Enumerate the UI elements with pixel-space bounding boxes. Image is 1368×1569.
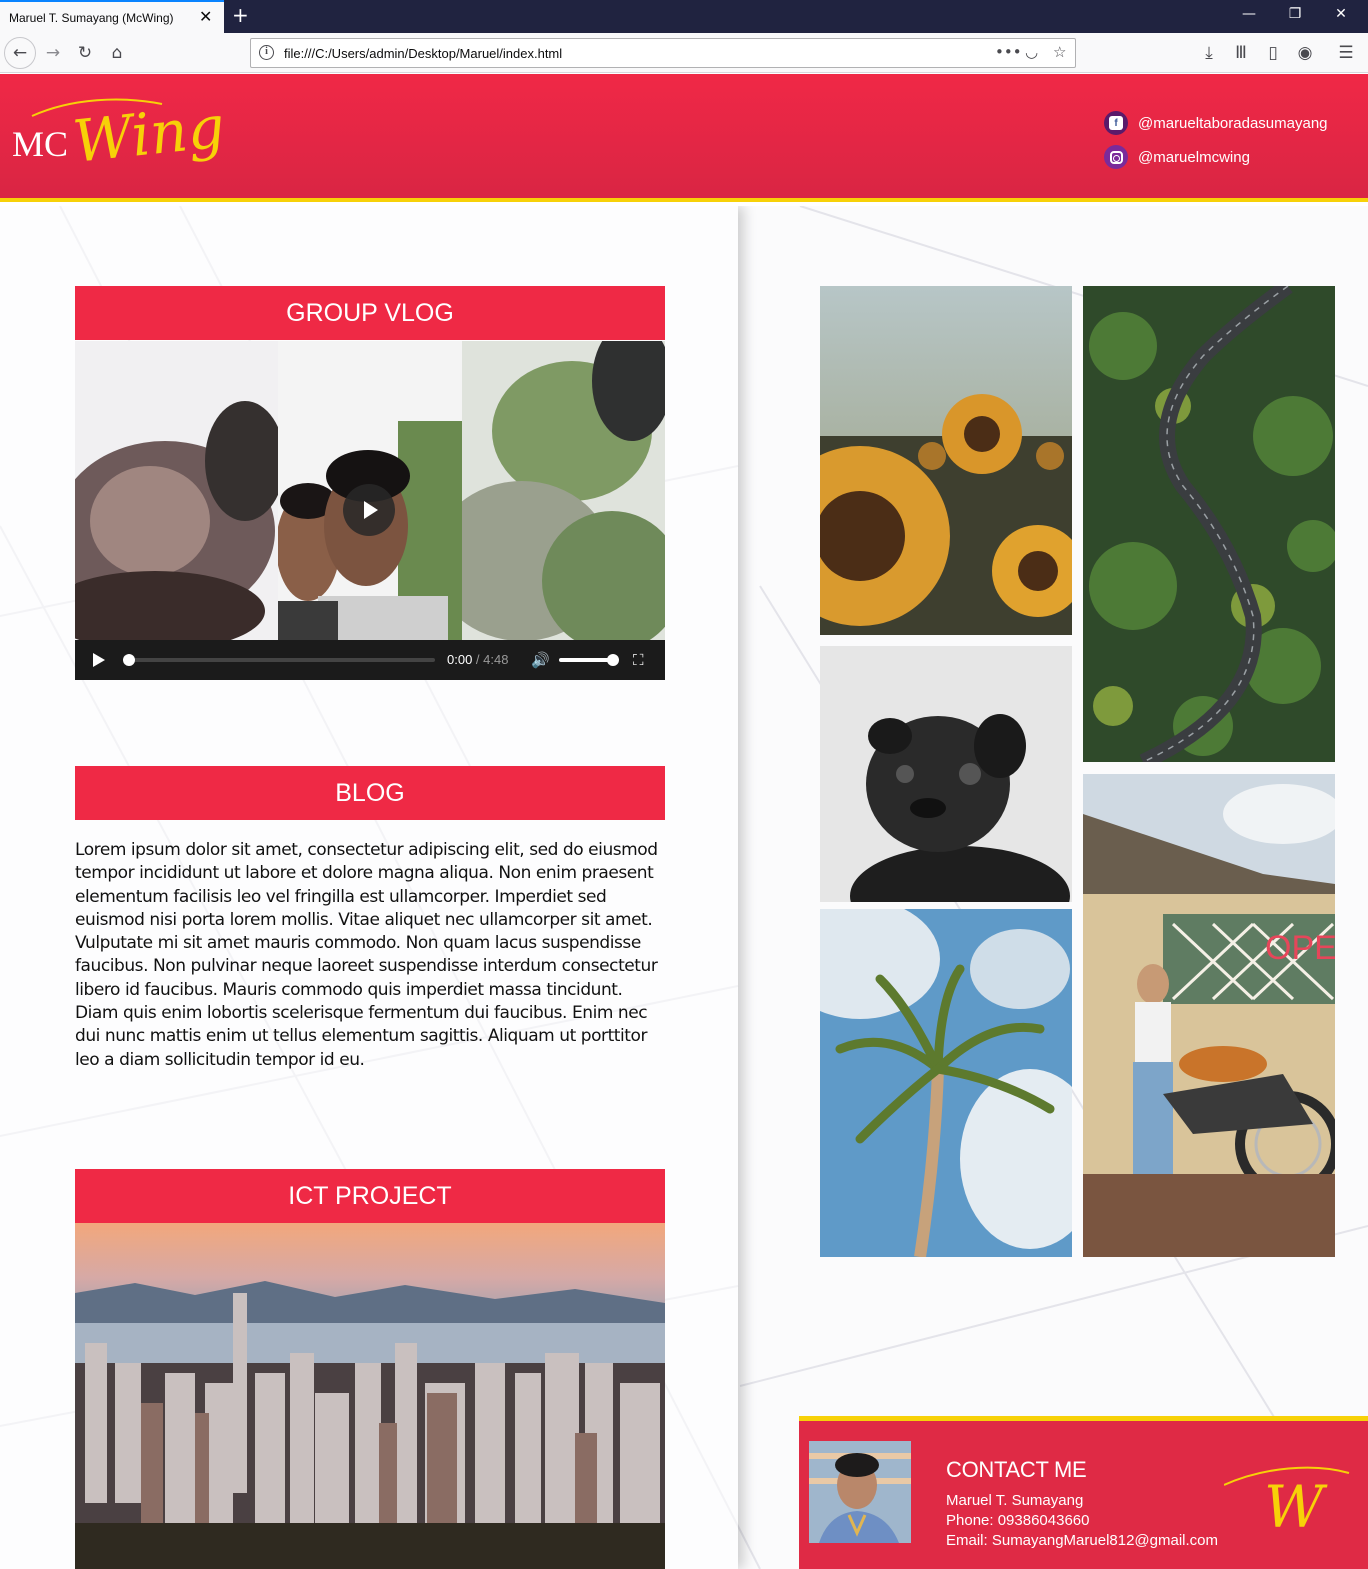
seek-bar[interactable]: [123, 654, 435, 666]
ict-project-heading: ICT PROJECT: [75, 1169, 665, 1223]
seek-knob[interactable]: [123, 654, 135, 666]
forward-arrow-icon[interactable]: →: [41, 41, 65, 65]
browser-toolbar: ← → ↻ ⌂ i file:///C:/Users/admin/Desktop…: [0, 33, 1368, 73]
close-tab-icon[interactable]: ✕: [199, 7, 212, 26]
minimize-icon[interactable]: —: [1234, 6, 1264, 22]
mcwing-logo[interactable]: MC Wing: [12, 96, 242, 176]
pocket-icon[interactable]: ◡: [1025, 43, 1038, 61]
play-icon[interactable]: [93, 653, 105, 667]
video-duration: 4:48: [483, 652, 509, 667]
motorcycle-girl-photo[interactable]: OPE: [1083, 774, 1335, 1257]
contact-w-logo: W: [1224, 1466, 1350, 1533]
page-actions-icon[interactable]: •••: [995, 43, 1022, 61]
video-frame-right: [462, 341, 665, 640]
blog-heading: BLOG: [75, 766, 665, 820]
site-header: MC Wing f @marueltaboradasumayang @marue…: [0, 74, 1368, 202]
video-time-separator: /: [472, 652, 484, 667]
browser-tab-bar: Maruel T. Sumayang (McWing) ✕ + — ❐ ✕: [0, 0, 1368, 33]
video-play-overlay-icon[interactable]: [343, 484, 395, 536]
fullscreen-icon[interactable]: ⛶: [633, 651, 644, 669]
blog-text: Lorem ipsum dolor sit amet, consectetur …: [75, 840, 658, 1070]
logo-wing-text: Wing: [70, 96, 228, 176]
volume-knob[interactable]: [607, 654, 619, 666]
facebook-icon: f: [1104, 111, 1128, 135]
facebook-handle[interactable]: @marueltaboradasumayang: [1138, 115, 1328, 132]
browser-tab[interactable]: Maruel T. Sumayang (McWing) ✕: [0, 0, 224, 33]
contact-title: CONTACT ME: [946, 1457, 1087, 1482]
sidebar-icon[interactable]: ▯: [1261, 41, 1285, 65]
account-icon[interactable]: ◉: [1293, 41, 1317, 65]
contact-phone: Phone: 09386043660: [946, 1512, 1090, 1529]
contact-avatar: [809, 1441, 911, 1543]
contact-email[interactable]: Email: SumayangMaruel812@gmail.com: [946, 1532, 1218, 1549]
vlog-heading: GROUP VLOG: [75, 286, 665, 340]
home-icon[interactable]: ⌂: [105, 41, 129, 65]
logo-mc-text: MC: [12, 124, 68, 164]
back-arrow-icon[interactable]: ←: [8, 41, 32, 65]
url-text[interactable]: file:///C:/Users/admin/Desktop/Maruel/in…: [284, 46, 562, 61]
site-info-icon[interactable]: i: [259, 45, 274, 60]
ict-project-city-image[interactable]: [75, 1223, 665, 1569]
library-icon[interactable]: Ⅲ: [1229, 41, 1253, 65]
window-close-icon[interactable]: ✕: [1326, 6, 1356, 22]
video-frame-left: [75, 341, 278, 640]
video-controls: 0:00 / 4:48 🔊 ⛶: [75, 640, 665, 680]
restore-icon[interactable]: ❐: [1280, 6, 1310, 22]
pug-photo[interactable]: [820, 646, 1072, 902]
winding-road-photo[interactable]: [1083, 286, 1335, 762]
facebook-link[interactable]: f @marueltaboradasumayang: [1104, 111, 1328, 135]
instagram-handle[interactable]: @maruelmcwing: [1138, 149, 1250, 166]
volume-icon[interactable]: 🔊: [531, 651, 550, 669]
video-current-time: 0:00: [447, 652, 473, 667]
sunflower-photo[interactable]: [820, 286, 1072, 635]
contact-name: Maruel T. Sumayang: [946, 1492, 1084, 1509]
new-tab-icon[interactable]: +: [232, 3, 249, 27]
menu-icon[interactable]: ☰: [1334, 41, 1358, 65]
volume-slider[interactable]: [559, 654, 619, 666]
bookmark-star-icon[interactable]: ☆: [1053, 43, 1066, 61]
instagram-link[interactable]: @maruelmcwing: [1104, 145, 1250, 169]
url-bar[interactable]: i file:///C:/Users/admin/Desktop/Maruel/…: [250, 38, 1076, 68]
contact-logo-letter: W: [1264, 1473, 1328, 1533]
open-sign-text: OPE: [1265, 929, 1335, 967]
vlog-video-player[interactable]: 0:00 / 4:48 🔊 ⛶: [75, 341, 665, 680]
video-time: 0:00 / 4:48: [447, 652, 508, 667]
palm-tree-photo[interactable]: [820, 909, 1072, 1257]
contact-section: CONTACT ME Maruel T. Sumayang Phone: 093…: [799, 1416, 1368, 1569]
instagram-icon: [1104, 145, 1128, 169]
page-content: GROUP VLOG 0:00 / 4:48 🔊 ⛶ BLOG Lorem ip…: [0, 206, 1368, 1569]
reload-icon[interactable]: ↻: [73, 41, 97, 65]
downloads-icon[interactable]: ⤓: [1197, 41, 1221, 65]
tab-title: Maruel T. Sumayang (McWing): [9, 11, 174, 25]
